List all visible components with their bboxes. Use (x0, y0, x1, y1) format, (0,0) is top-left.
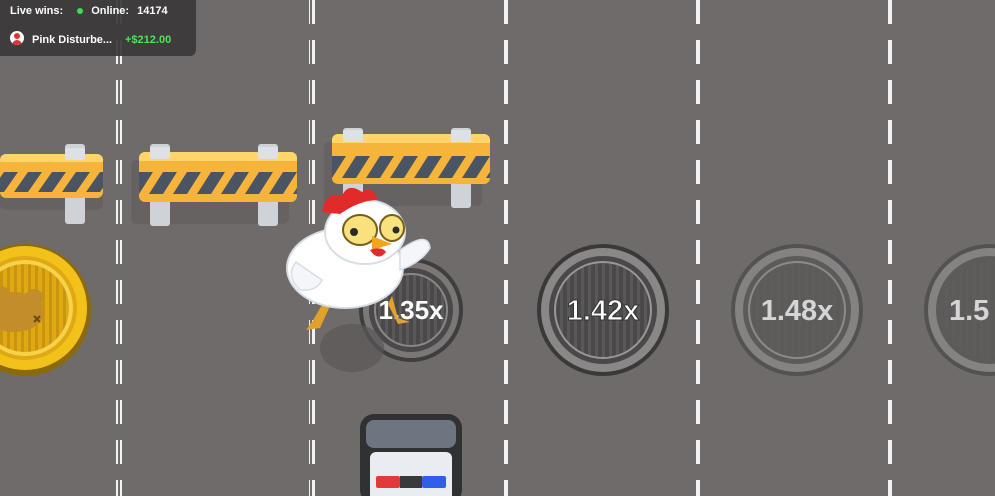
road-scene: 1.35x 1.42x 1.48x 1.5 (0, 0, 995, 496)
online-count: 14174 (137, 5, 168, 17)
online-status-icon (77, 7, 84, 14)
lane-divider (502, 0, 508, 496)
live-wins-panel: Live wins: Online: 14174 Pink Disturbe... … (0, 0, 196, 56)
siren-red-light (376, 476, 400, 488)
avatar (10, 31, 24, 45)
multiplier-tile[interactable]: 1.48x (731, 244, 863, 376)
lane-divider (116, 0, 122, 496)
barrier (0, 144, 103, 224)
police-car (360, 414, 462, 496)
barrier (131, 144, 297, 226)
multiplier-label: 1.35x (378, 295, 444, 325)
multiplier-tile[interactable]: 1.42x (537, 244, 669, 376)
lane-divider (888, 0, 894, 496)
online-label: Online: (91, 5, 130, 17)
live-wins-label: Live wins: (10, 5, 64, 17)
siren-blue-light (422, 476, 446, 488)
multiplier-label: 1.5 (949, 295, 989, 327)
multiplier-label: 1.48x (761, 295, 834, 327)
live-stats-row: Live wins: Online: 14174 (10, 5, 168, 17)
multiplier-label: 1.42x (567, 295, 640, 327)
latest-win-amount: +$212.00 (125, 34, 172, 46)
game-stage: 1.35x 1.42x 1.48x 1.5 Live wins: Online:… (0, 0, 995, 496)
latest-winner-name: Pink Disturbe... (32, 34, 113, 46)
lane-divider (695, 0, 701, 496)
multiplier-tile[interactable]: 1.5 (924, 244, 995, 376)
gold-coin-icon (0, 244, 91, 376)
